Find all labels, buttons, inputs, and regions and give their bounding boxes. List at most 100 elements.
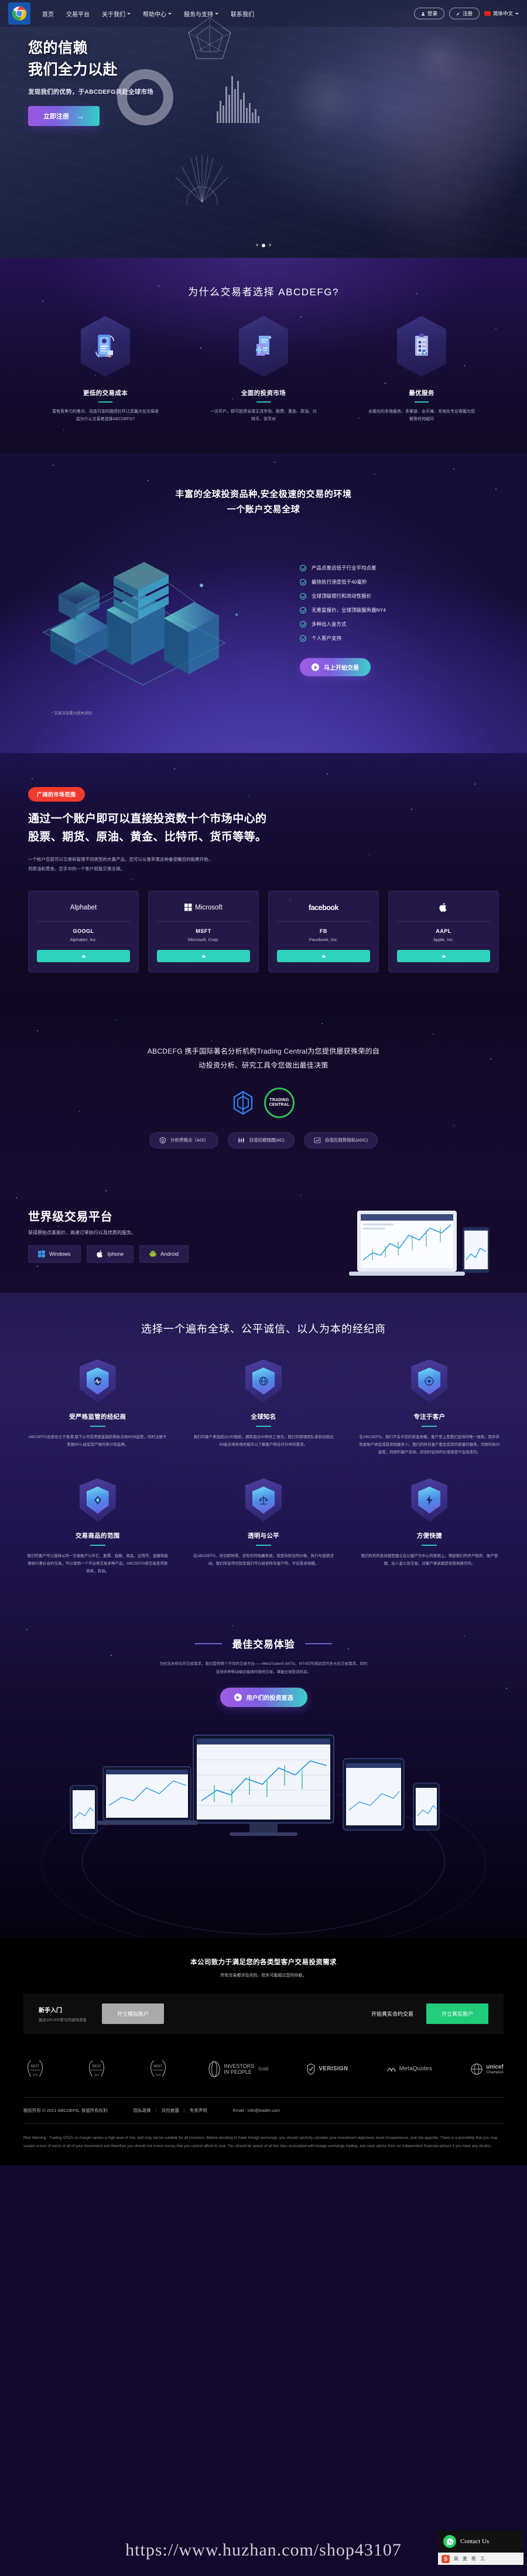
trend-up-button[interactable]	[397, 949, 490, 962]
trend-up-button[interactable]	[277, 949, 370, 962]
brand-label: Alphabet	[70, 904, 97, 911]
nav-item-support[interactable]: 服务与支持	[184, 9, 218, 18]
chrome-logo-icon[interactable]	[8, 2, 30, 25]
best-cta-button[interactable]: 用户们的投资首选	[220, 1688, 307, 1708]
alphabet-logo: Alphabet	[37, 900, 130, 915]
tool-chip-adc[interactable]: 自适应趋势指标(ADC)	[303, 1132, 378, 1149]
company-name: Apple, Inc.	[433, 936, 454, 942]
list-item: 最快执行速度低于40毫秒	[300, 578, 501, 585]
broker-cell-customer-focus: 专注于客户 在ABCDEFG，我们不在乎您的资金规模，客户至上是我们坚持的唯一准…	[355, 1359, 504, 1456]
divider	[90, 1544, 105, 1546]
chevron-down-icon	[127, 12, 131, 15]
footer-link-disclaimer[interactable]: 免责声明	[190, 2107, 207, 2114]
multi-device-chart-art	[70, 1735, 440, 1836]
language-label: 简体中文	[492, 11, 513, 16]
hero-slider-dots	[0, 244, 527, 247]
broker-cell-product-range: 交易商品的范围 我们的客户可以选择从同一交易账户以外汇、股票、指数、商品、比特币…	[23, 1478, 172, 1575]
broker-cell-title: 透明与公平	[247, 1532, 279, 1539]
one-account-section: 丰富的全球投资品种,安全极速的交易的环境 一个账户交易全球 产品点差远低于行业平…	[0, 453, 527, 754]
nav-item-about[interactable]: 关于我们	[102, 9, 131, 18]
language-selector[interactable]: 简体中文	[484, 10, 519, 17]
award-line1: INVESTORS	[224, 2063, 255, 2069]
toolbar-item-box[interactable]: 框	[471, 2555, 476, 2562]
award-label: VERISIGN	[319, 2066, 348, 2073]
why-choose-section: 为什么交易者选择 ABCDEFG? 更低的交易成本 富有竞争力的差点、动态可变的…	[0, 258, 527, 453]
stock-card-aapl[interactable]: AAPL Apple, Inc.	[388, 890, 499, 973]
download-iphone-button[interactable]: Iphone	[86, 1245, 134, 1263]
ticker-symbol: AAPL	[436, 928, 451, 934]
beginner-subtitle: 高达100,000美元的虚拟资金	[39, 2018, 87, 2022]
hero-register-button[interactable]: 立即注册 →	[28, 106, 100, 126]
hero-title-line1: 您的信赖	[28, 40, 88, 56]
divider	[37, 921, 130, 922]
svg-text:BEST: BEST	[93, 2064, 101, 2068]
sogou-logo-icon[interactable]: S	[442, 2554, 450, 2563]
china-flag-icon	[484, 11, 491, 16]
exchange-arrows-icon	[79, 1478, 116, 1522]
trend-up-button[interactable]	[157, 949, 250, 962]
live-trading-label: 开始真实合约交易	[371, 2011, 413, 2017]
trend-up-button[interactable]	[37, 949, 130, 962]
stock-card-msft[interactable]: Microsoft MSFT Microsoft, Corp.	[148, 890, 259, 973]
whatsapp-icon	[443, 2535, 456, 2548]
market-description: 一个帐户您就可以交易和管理不同类型的大量产品。您可以从像苹果这种备受瞩目的股票开…	[28, 855, 321, 874]
download-android-button[interactable]: Android	[139, 1245, 189, 1263]
check-circle-icon	[300, 621, 306, 628]
open-demo-account-button[interactable]: 开立模拟账户	[102, 2003, 165, 2024]
stock-card-googl[interactable]: Alphabet GOOGL Alphabet, Inc.	[28, 890, 139, 973]
unicef-globe-icon	[471, 2063, 482, 2075]
contact-widget: Contact Us S 英 麦 框 工	[438, 2530, 523, 2565]
contact-label: Contact Us	[460, 2538, 490, 2545]
toolbar-item-mic[interactable]: 麦	[463, 2555, 467, 2562]
footer-link-privacy[interactable]: 隐私政策	[134, 2107, 151, 2114]
footer-link-risk[interactable]: 风险披露	[162, 2107, 179, 2114]
hero-dot-2[interactable]	[262, 244, 265, 247]
left-dash-decoration	[195, 1643, 223, 1644]
ticker-symbol: GOOGL	[73, 928, 94, 934]
start-trading-label: 马上开始交易	[324, 665, 359, 672]
divider: |	[183, 2107, 185, 2113]
broker-cell-title: 方便快捷	[416, 1532, 442, 1539]
tool-chip-aoi[interactable]: 分析师观点（AOI）	[149, 1132, 219, 1149]
whatsapp-contact-button[interactable]: Contact Us	[438, 2530, 523, 2553]
why-card-title: 最优服务	[409, 390, 434, 397]
register-button[interactable]: 注册	[449, 8, 480, 19]
toolbar-item-tools[interactable]: 工	[480, 2555, 485, 2562]
stock-card-fb[interactable]: facebook FB Facebook, Inc.	[268, 890, 379, 973]
svg-text:BEST: BEST	[31, 2064, 40, 2068]
tool-chip-label: 自适应蜡烛图(AC)	[249, 1137, 285, 1143]
divider	[255, 1544, 271, 1546]
download-windows-button[interactable]: Windows	[28, 1245, 81, 1263]
toolbar-item-lang[interactable]: 英	[454, 2555, 458, 2562]
divider	[255, 1425, 271, 1427]
nav-item-platform[interactable]: 交易平台	[66, 9, 90, 18]
start-trading-button[interactable]: 马上开始交易	[300, 658, 371, 677]
tool-chip-ac[interactable]: 自适应蜡烛图(AC)	[228, 1132, 295, 1149]
market-desc-line1: 一个帐户您就可以交易和管理不同类型的大量产品。您可以从像苹果这种备受瞩目的股票开…	[28, 856, 213, 862]
why-card-best-service: 最优服务 全面化的本地服务，多渠道、全天候、本地化专业客服为您解答任何疑问	[358, 316, 485, 424]
best-title-wrap: 最佳交易体验	[0, 1636, 527, 1651]
nav-label: 服务与支持	[184, 11, 213, 18]
benefit-label: 个人客户支持	[312, 635, 342, 642]
nav-item-contact[interactable]: 联系我们	[231, 9, 254, 18]
download-label: Iphone	[107, 1250, 124, 1257]
hero-dot-3[interactable]	[269, 244, 271, 246]
broker-cell-desc: 在ABCDEFG，我们不在乎您的资金规模，客户至上是我们坚持的唯一准则，而并非资…	[359, 1434, 500, 1454]
trading-central-tools: 分析师观点（AOI） 自适应蜡烛图(AC) 自适应趋势指标(ADC)	[41, 1132, 486, 1149]
footer-email[interactable]: Email : info@trader.com	[233, 2108, 280, 2113]
list-item: 全球顶级银行和流动性报价	[300, 592, 501, 599]
hero-dot-1[interactable]	[256, 244, 258, 246]
open-live-account-button[interactable]: 开立真实账户	[426, 2003, 488, 2024]
nav-item-help[interactable]: 帮助中心	[143, 9, 172, 18]
login-button[interactable]: 登录	[413, 8, 444, 19]
company-name: Microsoft, Corp.	[188, 936, 219, 942]
divider	[256, 401, 271, 403]
trading-central-logos: TRADING CENTRAL	[41, 1087, 486, 1118]
tc-lead-line1: ABCDEFG 携手国际著名分析机构Trading Central为您提供屡获殊…	[147, 1047, 380, 1055]
risk-warning-text: Risk Warning : Trading CFDS on margin ca…	[23, 2124, 504, 2165]
svg-text:2019: 2019	[94, 2073, 100, 2076]
why-card-desc: 富有竞争力的差点、动态可变的融资杠杆让您最大化交易收益为什么交易者选择ABCDE…	[52, 410, 159, 421]
one-account-benefits: 产品点差远低于行业平均点差 最快执行速度低于40毫秒 全球顶级银行和流动性报价 …	[278, 544, 501, 677]
one-account-title-line1: 丰富的全球投资品种,安全极速的交易的环境	[175, 489, 352, 499]
nav-item-home[interactable]: 首页	[42, 9, 54, 18]
